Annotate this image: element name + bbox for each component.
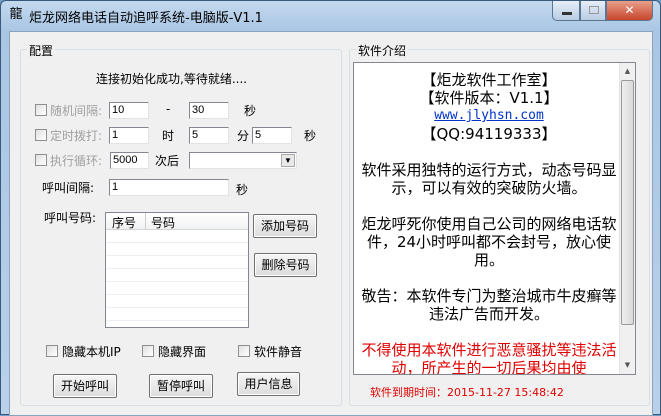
intro-paragraph-3: 敬告：本软件专门为整治城市牛皮癣等违法广告而开发。 bbox=[361, 287, 617, 323]
timed-dial-label: 定时拨打: bbox=[50, 129, 103, 143]
window-title: 炬龙网络电话自动追呼系统-电脑版-V1.1 bbox=[29, 11, 263, 26]
loop-after-label: 次后 bbox=[155, 154, 180, 168]
add-number-button[interactable]: 添加号码 bbox=[253, 214, 317, 238]
timed-dial-checkbox[interactable] bbox=[35, 129, 47, 141]
pause-call-button[interactable]: 暂停呼叫 bbox=[149, 374, 213, 398]
random-max-input[interactable]: 30 bbox=[189, 102, 229, 119]
main-window: 龍 炬龙网络电话自动追呼系统-电脑版-V1.1 ✕ 配置 连接初始化成功,等待就… bbox=[0, 0, 661, 416]
client-area: 配置 连接初始化成功,等待就绪.... 随机间隔: 10 - 30 秒 定时拨打… bbox=[9, 31, 653, 416]
vertical-scrollbar[interactable]: ▲ ▼ bbox=[619, 63, 635, 374]
hide-ip-label: 隐藏本机IP bbox=[62, 345, 121, 359]
hide-ui-label: 隐藏界面 bbox=[158, 345, 207, 359]
hide-ui-checkbox[interactable] bbox=[142, 345, 154, 357]
delete-number-button[interactable]: 删除号码 bbox=[254, 253, 317, 277]
loop-checkbox[interactable] bbox=[35, 154, 47, 166]
dash-label: - bbox=[166, 102, 171, 116]
seconds-label: 秒 bbox=[244, 104, 257, 118]
qq-text: 【QQ:94119333】 bbox=[421, 125, 557, 143]
call-interval-input[interactable]: 1 bbox=[109, 179, 229, 196]
status-text: 连接初始化成功,等待就绪.... bbox=[96, 72, 248, 86]
minute-label: 分 bbox=[237, 129, 250, 143]
warning-text: 不得使用本软件进行恶意骚扰等违法活动，所产生的一切后果均由使 bbox=[361, 341, 617, 375]
minimize-button[interactable] bbox=[552, 1, 580, 21]
hide-ip-checkbox[interactable] bbox=[46, 345, 58, 357]
version-text: 【软件版本：V1.1】 bbox=[419, 89, 559, 107]
loop-count-input[interactable]: 5000 bbox=[110, 152, 149, 169]
numbers-label: 呼叫号码: bbox=[44, 211, 97, 225]
random-interval-label: 随机间隔: bbox=[50, 104, 103, 118]
hour-input[interactable]: 1 bbox=[109, 127, 149, 144]
studio-name: 【炬龙软件工作室】 bbox=[421, 71, 557, 89]
close-button[interactable]: ✕ bbox=[606, 1, 653, 21]
call-interval-unit: 秒 bbox=[236, 183, 249, 197]
column-header-index[interactable]: 序号 bbox=[112, 214, 136, 231]
random-min-input[interactable]: 10 bbox=[109, 102, 149, 119]
second-label: 秒 bbox=[304, 129, 317, 143]
random-interval-checkbox[interactable] bbox=[35, 104, 47, 116]
scrollbar-thumb[interactable] bbox=[621, 80, 634, 325]
list-header: 序号 号码 bbox=[106, 213, 248, 230]
intro-paragraph-2: 炬龙呼死你使用自己公司的网络电话软件，24小时呼叫都不会封号，放心使用。 bbox=[361, 215, 617, 269]
start-call-button[interactable]: 开始呼叫 bbox=[53, 374, 117, 398]
column-header-number[interactable]: 号码 bbox=[151, 214, 175, 231]
call-interval-label: 呼叫间隔: bbox=[42, 181, 95, 195]
chevron-down-icon[interactable]: ▼ bbox=[281, 154, 295, 167]
app-icon: 龍 bbox=[9, 7, 23, 22]
website-link[interactable]: www.jlyhsn.com bbox=[358, 107, 620, 125]
mute-checkbox[interactable] bbox=[238, 345, 250, 357]
intro-textbox[interactable]: 【炬龙软件工作室】 【软件版本：V1.1】 www.jlyhsn.com 【QQ… bbox=[353, 62, 636, 375]
second-input[interactable]: 5 bbox=[252, 127, 292, 144]
maximize-button bbox=[580, 1, 606, 21]
scroll-down-icon[interactable]: ▼ bbox=[620, 357, 635, 374]
minute-input[interactable]: 5 bbox=[189, 127, 229, 144]
scroll-up-icon[interactable]: ▲ bbox=[620, 63, 635, 80]
config-group-label: 配置 bbox=[27, 42, 56, 59]
expiry-text: 软件到期时间：2015-11-27 15:48:42 bbox=[370, 386, 564, 399]
intro-content: 【炬龙软件工作室】 【软件版本：V1.1】 www.jlyhsn.com 【QQ… bbox=[358, 71, 620, 375]
user-info-button[interactable]: 用户信息 bbox=[237, 372, 300, 396]
numbers-list[interactable]: 序号 号码 bbox=[105, 212, 249, 328]
intro-paragraph-1: 软件采用独特的运行方式，动态号码显示，可以有效的突破防火墙。 bbox=[361, 161, 617, 197]
hour-label: 时 bbox=[162, 129, 175, 143]
mute-label: 软件静音 bbox=[254, 345, 303, 359]
loop-action-select[interactable]: ▼ bbox=[189, 152, 297, 169]
intro-group-label: 软件介绍 bbox=[356, 42, 409, 59]
loop-label: 执行循环: bbox=[50, 154, 103, 168]
